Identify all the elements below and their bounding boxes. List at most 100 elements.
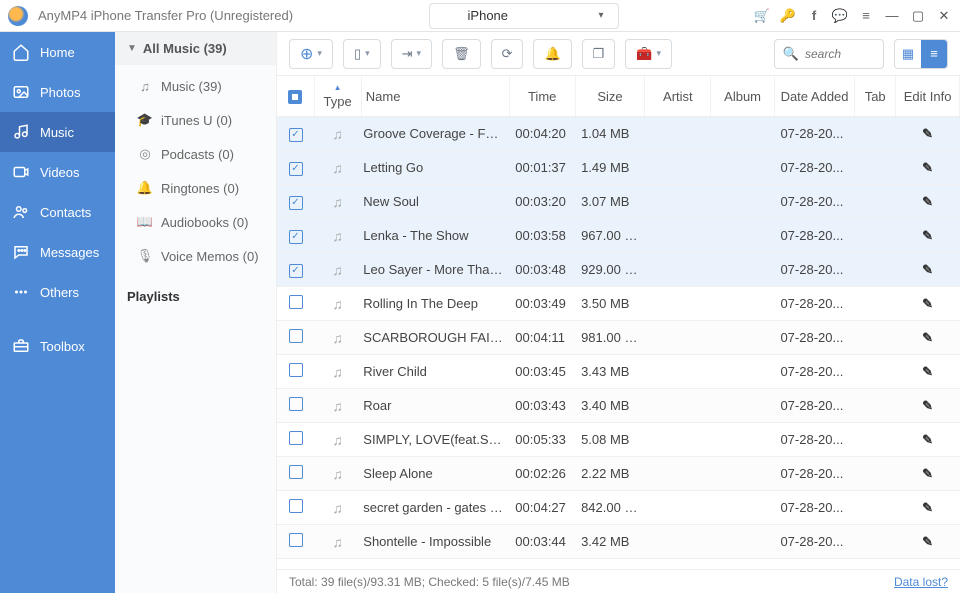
- edit-icon[interactable]: ✎: [922, 330, 933, 345]
- edit-icon[interactable]: ✎: [922, 160, 933, 175]
- search-box[interactable]: 🔍: [774, 39, 884, 69]
- category-item[interactable]: ◎Podcasts (0): [115, 137, 276, 171]
- table-row[interactable]: ♫Leo Sayer - More Than ...00:03:48929.00…: [277, 253, 960, 287]
- cell-date: 07-28-20...: [774, 491, 854, 525]
- col-type[interactable]: ▲Type: [314, 76, 361, 117]
- table-row[interactable]: ♫Groove Coverage - Far ...00:04:201.04 M…: [277, 117, 960, 151]
- edit-icon[interactable]: ✎: [922, 466, 933, 481]
- row-checkbox[interactable]: [289, 465, 303, 479]
- cell-time: 00:04:27: [509, 491, 575, 525]
- to-pc-button[interactable]: ⇥ ▾: [391, 39, 432, 69]
- delete-button[interactable]: 🗑: [442, 39, 481, 69]
- sidebar-item-home[interactable]: Home: [0, 32, 115, 72]
- register-key-icon[interactable]: 🔑: [780, 8, 796, 24]
- row-checkbox[interactable]: [289, 329, 303, 343]
- edit-icon[interactable]: ✎: [922, 262, 933, 277]
- edit-icon[interactable]: ✎: [922, 398, 933, 413]
- cell-size: 5.08 MB: [575, 423, 645, 457]
- cell-name: Lenka - The Show: [361, 219, 509, 253]
- table-row[interactable]: ♫New Soul00:03:203.07 MB07-28-20...✎: [277, 185, 960, 219]
- edit-icon[interactable]: ✎: [922, 534, 933, 549]
- edit-icon[interactable]: ✎: [922, 194, 933, 209]
- data-lost-link[interactable]: Data lost?: [894, 575, 948, 589]
- search-input[interactable]: [805, 47, 875, 61]
- list-view-button[interactable]: ≡: [921, 40, 947, 68]
- row-checkbox[interactable]: [289, 196, 303, 210]
- row-checkbox[interactable]: [289, 230, 303, 244]
- col-size[interactable]: Size: [575, 76, 645, 117]
- table-row[interactable]: ♫Shontelle - Impossible00:03:443.42 MB07…: [277, 525, 960, 559]
- table-row[interactable]: ♫SIMPLY, LOVE(feat.Shig...00:05:335.08 M…: [277, 423, 960, 457]
- table-row[interactable]: ♫Sleep Alone00:02:262.22 MB07-28-20...✎: [277, 457, 960, 491]
- col-edit[interactable]: Edit Info: [896, 76, 960, 117]
- cell-name: New Soul: [361, 185, 509, 219]
- edit-icon[interactable]: ✎: [922, 364, 933, 379]
- sidebar-item-toolbox[interactable]: Toolbox: [0, 326, 115, 366]
- row-checkbox[interactable]: [289, 499, 303, 513]
- category-item[interactable]: 🎙Voice Memos (0): [115, 239, 276, 273]
- playlists-header[interactable]: Playlists: [115, 277, 276, 316]
- table-row[interactable]: ♫Roar00:03:433.40 MB07-28-20...✎: [277, 389, 960, 423]
- edit-icon[interactable]: ✎: [922, 126, 933, 141]
- menu-icon[interactable]: ≡: [858, 8, 874, 24]
- table-row[interactable]: ♫Lenka - The Show00:03:58967.00 KB07-28-…: [277, 219, 960, 253]
- refresh-button[interactable]: ⟳: [491, 39, 524, 69]
- category-item[interactable]: 🎓iTunes U (0): [115, 103, 276, 137]
- category-item[interactable]: ♫Music (39): [115, 69, 276, 103]
- col-album[interactable]: Album: [711, 76, 775, 117]
- ringtone-button[interactable]: 🔔: [533, 39, 571, 69]
- row-checkbox[interactable]: [289, 363, 303, 377]
- feedback-icon[interactable]: 💬: [832, 8, 848, 24]
- col-time[interactable]: Time: [509, 76, 575, 117]
- row-checkbox[interactable]: [289, 295, 303, 309]
- edit-icon[interactable]: ✎: [922, 296, 933, 311]
- row-checkbox[interactable]: [289, 162, 303, 176]
- category-item[interactable]: 🔔Ringtones (0): [115, 171, 276, 205]
- sidebar-item-photos[interactable]: Photos: [0, 72, 115, 112]
- sidebar-item-contacts[interactable]: Contacts: [0, 192, 115, 232]
- row-checkbox[interactable]: [289, 533, 303, 547]
- statusbar: Total: 39 file(s)/93.31 MB; Checked: 5 f…: [277, 569, 960, 593]
- col-artist[interactable]: Artist: [645, 76, 711, 117]
- row-checkbox[interactable]: [289, 397, 303, 411]
- grid-view-button[interactable]: ▦: [895, 40, 921, 68]
- facebook-icon[interactable]: f: [806, 8, 822, 24]
- table-row[interactable]: ♫secret garden - gates o...00:04:27842.0…: [277, 491, 960, 525]
- category-item[interactable]: 📖Audiobooks (0): [115, 205, 276, 239]
- col-date[interactable]: Date Added: [774, 76, 854, 117]
- add-button[interactable]: ⊕ ▾: [289, 39, 333, 69]
- sidebar-item-others[interactable]: Others: [0, 272, 115, 312]
- edit-icon[interactable]: ✎: [922, 432, 933, 447]
- col-name[interactable]: Name: [361, 76, 509, 117]
- minimize-button[interactable]: —: [884, 8, 900, 24]
- cell-date: 07-28-20...: [774, 287, 854, 321]
- table-row[interactable]: ♫Letting Go00:01:371.49 MB07-28-20...✎: [277, 151, 960, 185]
- app-logo: [8, 6, 28, 26]
- toolbox-button[interactable]: 🧰 ▾: [625, 39, 672, 69]
- row-checkbox[interactable]: [289, 264, 303, 278]
- category-header[interactable]: ▼ All Music (39): [115, 32, 276, 65]
- table-row[interactable]: ♫River Child00:03:453.43 MB07-28-20...✎: [277, 355, 960, 389]
- bell-icon: 🔔: [544, 46, 560, 62]
- device-selector[interactable]: iPhone ▾: [429, 3, 619, 29]
- col-tab[interactable]: Tab: [855, 76, 896, 117]
- table-row[interactable]: ♫Rolling In The Deep00:03:493.50 MB07-28…: [277, 287, 960, 321]
- sidebar-item-messages[interactable]: Messages: [0, 232, 115, 272]
- table-row[interactable]: ♫SCARBOROUGH FAIR ...00:04:11981.00 KB07…: [277, 321, 960, 355]
- cell-tab: [855, 321, 896, 355]
- maximize-button[interactable]: ▢: [910, 8, 926, 24]
- edit-icon[interactable]: ✎: [922, 228, 933, 243]
- cell-tab: [855, 151, 896, 185]
- cell-album: [711, 219, 775, 253]
- sidebar-item-videos[interactable]: Videos: [0, 152, 115, 192]
- cart-icon[interactable]: 🛒: [754, 8, 770, 24]
- to-device-button[interactable]: ▯ ▾: [343, 39, 381, 69]
- edit-icon[interactable]: ✎: [922, 500, 933, 515]
- music-note-icon: ♫: [332, 330, 343, 346]
- row-checkbox[interactable]: [289, 431, 303, 445]
- close-button[interactable]: ✕: [936, 8, 952, 24]
- select-all-checkbox[interactable]: [288, 90, 302, 104]
- row-checkbox[interactable]: [289, 128, 303, 142]
- dedupe-button[interactable]: ❐: [582, 39, 616, 69]
- sidebar-item-music[interactable]: Music: [0, 112, 115, 152]
